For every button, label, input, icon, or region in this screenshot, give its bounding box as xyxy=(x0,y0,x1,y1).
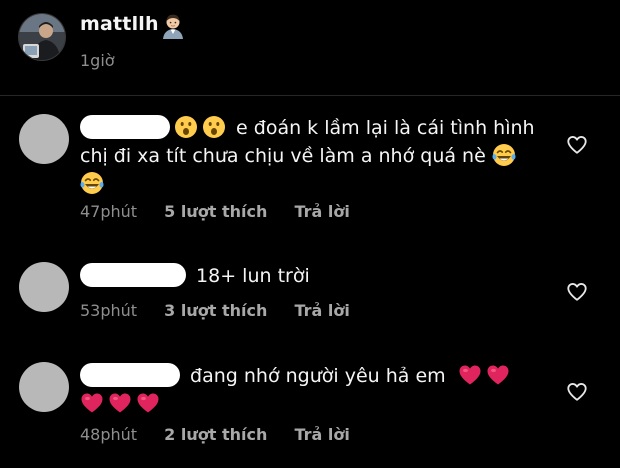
comment-likes-link[interactable]: 3 lượt thích xyxy=(164,301,267,320)
crying-laughing-emoji-icon xyxy=(80,171,104,195)
surprised-face-emoji-icon xyxy=(174,115,198,139)
post-header: mattllh 1giờ xyxy=(0,0,620,96)
reply-button[interactable]: Trả lời xyxy=(294,425,349,444)
commenter-avatar[interactable] xyxy=(19,262,69,312)
comment-likes-link[interactable]: 2 lượt thích xyxy=(164,425,267,444)
post-timestamp: 1giờ xyxy=(80,51,115,70)
commenter-avatar[interactable] xyxy=(19,114,69,164)
comment-body: đang nhớ người yêu hả em xyxy=(190,365,446,387)
like-heart-icon[interactable] xyxy=(566,381,588,403)
red-heart-emoji-icon xyxy=(80,391,104,415)
post-author-name[interactable]: mattllh xyxy=(80,13,159,35)
like-heart-icon[interactable] xyxy=(566,281,588,303)
commenter-avatar[interactable] xyxy=(19,362,69,412)
author-avatar[interactable] xyxy=(18,13,66,61)
crying-laughing-emoji-icon xyxy=(492,143,516,167)
comment-meta: 47phút 5 lượt thích Trả lời xyxy=(80,202,350,221)
like-heart-icon[interactable] xyxy=(566,134,588,156)
redacted-username[interactable] xyxy=(80,263,186,287)
comment-time: 48phút xyxy=(80,425,138,444)
red-heart-emoji-icon xyxy=(108,391,132,415)
comment-text: đang nhớ người yêu hả em xyxy=(80,362,550,418)
comment-text-line-1: e đoán k lầm lại là cái tình hình xyxy=(236,117,535,139)
comment-text-line-2: chị đi xa tít chưa chịu về làm a nhớ quá… xyxy=(80,145,486,167)
comment-time: 53phút xyxy=(80,301,138,320)
comment-text: e đoán k lầm lại là cái tình hình chị đi… xyxy=(80,114,550,198)
redacted-username[interactable] xyxy=(80,115,170,139)
reply-button[interactable]: Trả lời xyxy=(294,202,349,221)
comment-likes-link[interactable]: 5 lượt thích xyxy=(164,202,267,221)
divider xyxy=(0,95,620,96)
comment-text: 18+ lun trời xyxy=(80,262,550,290)
surprised-face-emoji-icon xyxy=(202,115,226,139)
red-heart-emoji-icon xyxy=(136,391,160,415)
red-heart-emoji-icon xyxy=(458,363,482,387)
comment-time: 47phút xyxy=(80,202,138,221)
redacted-username[interactable] xyxy=(80,363,180,387)
reply-button[interactable]: Trả lời xyxy=(294,301,349,320)
man-technologist-emoji-icon xyxy=(162,13,184,43)
comment-meta: 48phút 2 lượt thích Trả lời xyxy=(80,425,350,444)
comment-meta: 53phút 3 lượt thích Trả lời xyxy=(80,301,350,320)
comment-body: 18+ lun trời xyxy=(196,265,310,287)
comments-screen: mattllh 1giờ e đoán k lầm lại là cái tìn… xyxy=(0,0,620,468)
red-heart-emoji-icon xyxy=(486,363,510,387)
